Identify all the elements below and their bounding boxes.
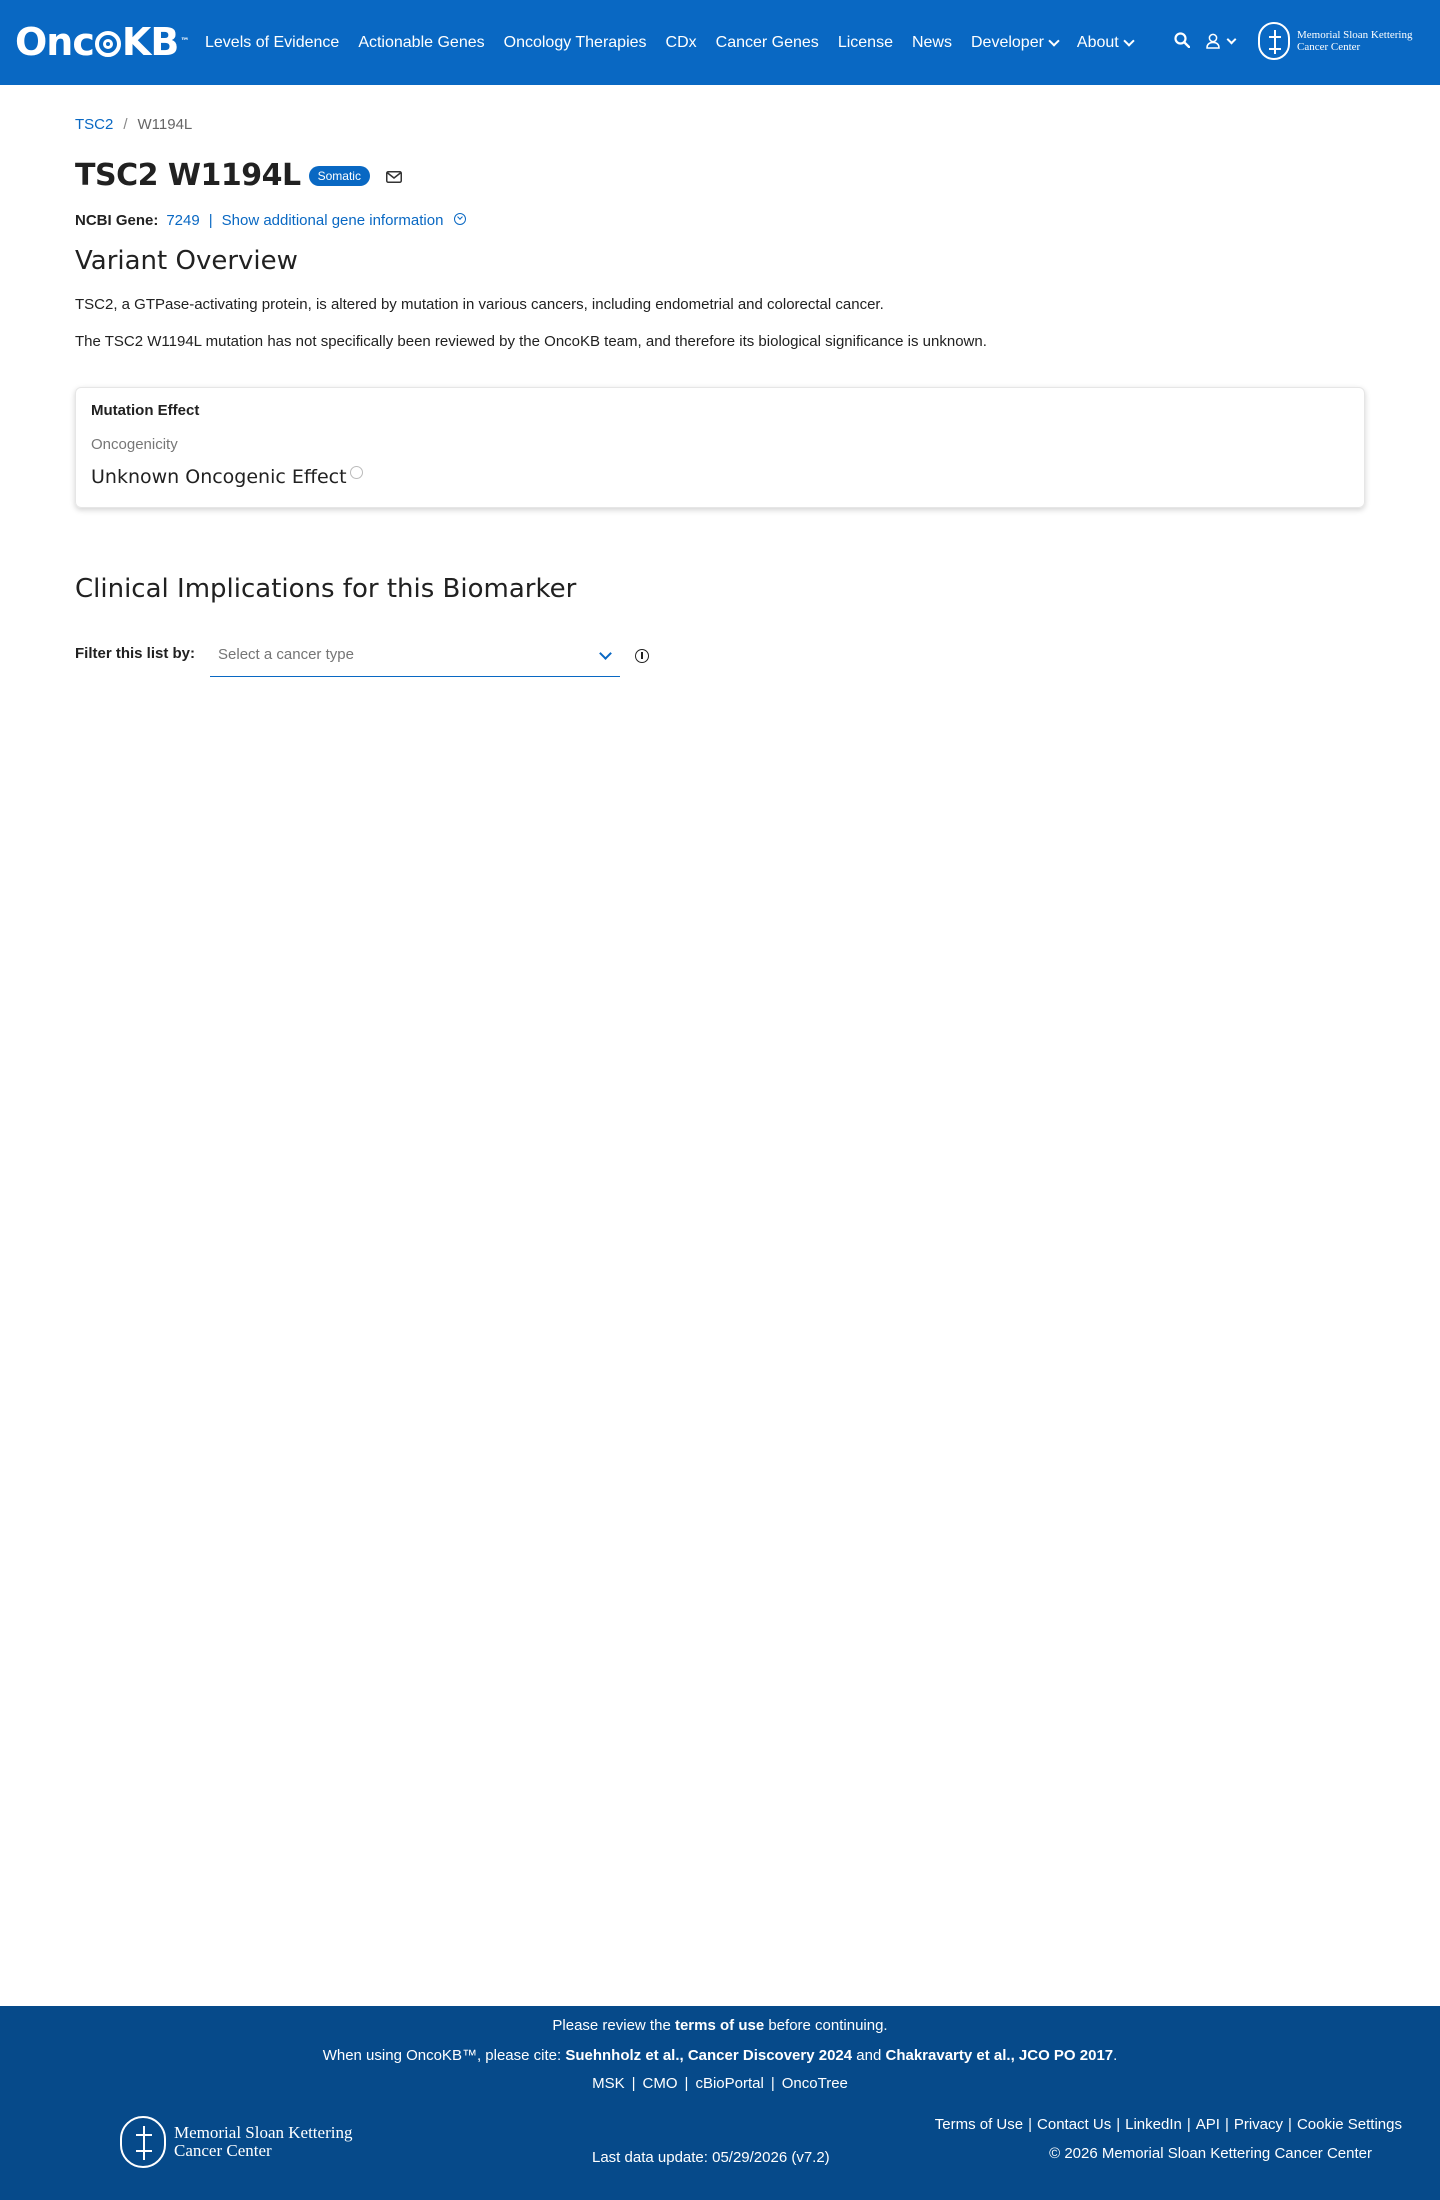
footer-terms-of-use[interactable]: Terms of Use — [935, 2116, 1023, 2133]
copyright: © 2026 Memorial Sloan Kettering Cancer C… — [1049, 2145, 1372, 2162]
logo-text-right: KB — [121, 20, 179, 64]
footer: Please review the terms of use before co… — [0, 2006, 1440, 2200]
footer-linkedin[interactable]: LinkedIn — [1125, 2116, 1182, 2133]
nav-news[interactable]: News — [912, 34, 952, 52]
breadcrumb-gene-link[interactable]: TSC2 — [75, 116, 113, 133]
info-icon[interactable] — [635, 649, 650, 663]
footer-msk-logo[interactable]: Memorial Sloan Kettering Cancer Center — [120, 2116, 352, 2168]
footer-separator: | — [1288, 2116, 1292, 2133]
logo-o-icon — [94, 31, 121, 57]
filter-row: Filter this list by: Select a cancer typ… — [75, 640, 650, 677]
ncbi-gene-link[interactable]: 7249 — [166, 212, 199, 229]
citation-and: and — [852, 2047, 886, 2064]
msk-seal-icon — [1258, 22, 1290, 60]
overview-summary: TSC2, a GTPase-activating protein, is al… — [75, 296, 884, 313]
footer-separator: | — [1028, 2116, 1033, 2133]
citation-post: . — [1113, 2047, 1118, 2064]
nav-about-dropdown[interactable]: About — [1076, 33, 1135, 52]
top-navbar: Onc KB ™ Levels of Evidence Actionable G… — [0, 0, 1440, 85]
nav-about-label: About — [1076, 33, 1119, 51]
breadcrumb-separator: / — [123, 116, 128, 133]
footer-privacy[interactable]: Privacy — [1234, 2116, 1283, 2133]
msk-line2: Cancer Center — [1297, 41, 1361, 53]
ncbi-gene-label: NCBI Gene: — [75, 212, 159, 229]
breadcrumb: TSC2 / W1194L — [75, 116, 192, 133]
breadcrumb-variant: W1194L — [137, 116, 193, 133]
user-icon — [1206, 33, 1220, 49]
account-menu[interactable] — [1206, 32, 1242, 50]
msk-line1: Memorial Sloan Kettering — [1297, 29, 1413, 41]
chevron-down-icon — [1048, 34, 1060, 47]
last-data-update: Last data update: 05/29/2026 (v7.2) — [592, 2149, 830, 2166]
footer-link-cmo[interactable]: CMO — [643, 2075, 678, 2092]
footer-separator: | — [1116, 2116, 1121, 2133]
footer-separator: | — [1186, 2116, 1191, 2133]
nav-developer-label: Developer — [970, 33, 1044, 51]
oncokb-logo[interactable]: Onc KB ™ — [15, 20, 189, 64]
search-icon[interactable] — [1174, 32, 1192, 50]
footer-contact-us[interactable]: Contact Us — [1037, 2116, 1111, 2133]
nav-oncology-therapies[interactable]: Oncology Therapies — [504, 34, 647, 52]
footer-separator: | — [684, 2075, 689, 2092]
chevron-circle-down-icon — [453, 213, 466, 225]
footer-link-oncotree[interactable]: OncoTree — [782, 2075, 848, 2092]
title-row: TSC2 W1194L Somatic — [75, 158, 402, 193]
footer-msk-line1: Memorial Sloan Kettering — [174, 2123, 353, 2142]
logo-text-left: Onc — [15, 20, 95, 64]
filter-label: Filter this list by: — [75, 645, 196, 662]
footer-partner-links: MSK | CMO | cBioPortal | OncoTree — [0, 2075, 1440, 2092]
footer-msk-text: Memorial Sloan Kettering Cancer Center — [174, 2124, 352, 2160]
nav-developer-dropdown[interactable]: Developer — [970, 33, 1060, 52]
footer-terms-pre: Please review the — [552, 2017, 675, 2034]
clinical-implications-heading: Clinical Implications for this Biomarker — [75, 574, 577, 604]
cancer-type-select[interactable]: Select a cancer type — [210, 640, 621, 677]
oncogenic-effect-text: Unknown Oncogenic Effect — [91, 466, 347, 488]
footer-citation: When using OncoKB™, please cite: Suehnho… — [0, 2047, 1440, 2064]
chevron-down-icon — [1226, 34, 1237, 44]
cancer-type-placeholder: Select a cancer type — [218, 646, 354, 663]
oncogenicity-label: Oncogenicity — [91, 436, 178, 453]
msk-logo-text: Memorial Sloan Kettering Cancer Center — [1297, 29, 1412, 53]
nav-license[interactable]: License — [838, 34, 893, 52]
variant-overview-heading: Variant Overview — [75, 246, 298, 276]
main-nav: Levels of Evidence Actionable Genes Onco… — [205, 0, 1152, 85]
footer-terms-notice: Please review the terms of use before co… — [0, 2017, 1440, 2034]
nav-cancer-genes[interactable]: Cancer Genes — [716, 34, 819, 52]
footer-link-msk[interactable]: MSK — [592, 2075, 625, 2092]
footer-api[interactable]: API — [1196, 2116, 1220, 2133]
citation-link-1[interactable]: Suehnholz et al., Cancer Discovery 2024 — [565, 2047, 852, 2064]
footer-link-cbioportal[interactable]: cBioPortal — [695, 2075, 763, 2092]
logo-tm: ™ — [180, 37, 189, 47]
unknown-oncogenic-icon — [349, 466, 363, 479]
citation-link-2[interactable]: Chakravarty et al., JCO PO 2017 — [886, 2047, 1114, 2064]
footer-cookie-settings[interactable]: Cookie Settings — [1297, 2116, 1402, 2133]
gene-info: NCBI Gene: 7249 | Show additional gene i… — [75, 212, 466, 229]
show-gene-info-label: Show additional gene information — [221, 212, 444, 229]
citation-pre: When using OncoKB™, please cite: — [322, 2047, 566, 2064]
msk-logo[interactable]: Memorial Sloan Kettering Cancer Center — [1258, 22, 1412, 60]
page-title: TSC2 W1194L — [75, 158, 301, 193]
footer-msk-line2: Cancer Center — [174, 2141, 272, 2160]
footer-terms-post: before continuing. — [764, 2017, 888, 2034]
show-gene-info-toggle[interactable]: Show additional gene information — [222, 212, 466, 229]
mutation-effect-title: Mutation Effect — [91, 402, 200, 419]
chevron-down-icon — [599, 647, 612, 660]
msk-seal-icon — [120, 2116, 166, 2168]
somatic-badge: Somatic — [308, 165, 370, 186]
footer-separator: | — [631, 2075, 636, 2092]
footer-separator: | — [1224, 2116, 1229, 2133]
mutation-effect-card: Mutation Effect Oncogenicity Unknown Onc… — [75, 387, 1365, 508]
footer-separator: | — [770, 2075, 775, 2092]
chevron-down-icon — [1123, 34, 1135, 47]
footer-right-links: Terms of Use | Contact Us | LinkedIn | API | Pri… — [935, 2116, 1402, 2133]
nav-levels-of-evidence[interactable]: Levels of Evidence — [205, 34, 339, 52]
oncogenicity-value: Unknown Oncogenic Effect — [91, 466, 363, 488]
mail-icon[interactable] — [385, 170, 402, 183]
gene-info-separator: | — [208, 212, 213, 229]
terms-of-use-link[interactable]: terms of use — [675, 2017, 764, 2034]
overview-variant-summary: The TSC2 W1194L mutation has not specifi… — [75, 333, 987, 350]
nav-cdx[interactable]: CDx — [666, 34, 697, 52]
nav-actionable-genes[interactable]: Actionable Genes — [358, 34, 484, 52]
